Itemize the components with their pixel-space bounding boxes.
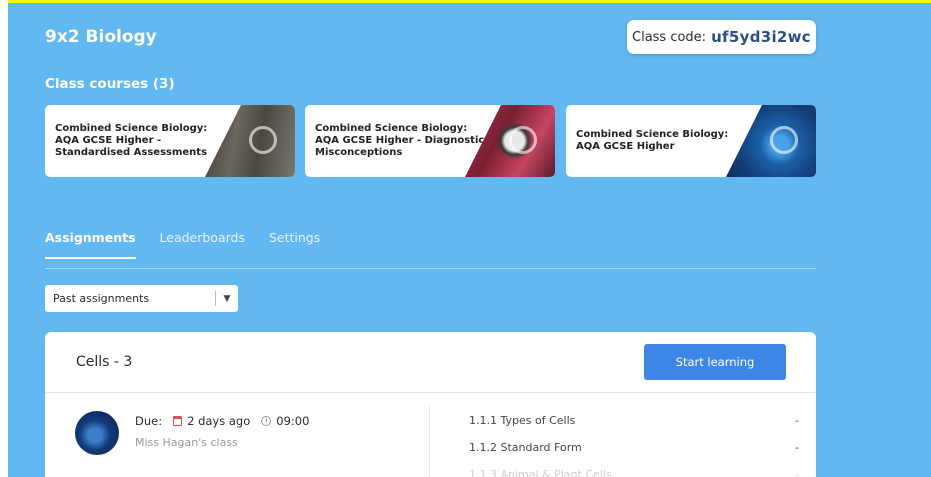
top-highlight-bar (8, 0, 931, 3)
calendar-icon (173, 416, 183, 426)
assignment-filter-value: Past assignments (53, 292, 150, 305)
due-date: 2 days ago (187, 414, 251, 428)
class-tabs: Assignments Leaderboards Settings (45, 230, 320, 259)
topic-name: 1.1.1 Types of Cells (469, 414, 576, 427)
course-card-gcse-higher[interactable]: Combined Science Biology: AQA GCSE Highe… (566, 105, 816, 177)
class-code-value: uf5yd3i2wc (711, 28, 811, 46)
assignment-divider (45, 392, 816, 393)
topic-name: 1.1.2 Standard Form (469, 441, 582, 454)
class-name: Miss Hagan's class (135, 436, 238, 449)
due-time: 09:00 (276, 414, 310, 428)
vertical-divider (429, 406, 430, 477)
class-title: 9x2 Biology (45, 27, 157, 47)
progress-ring-icon (249, 126, 277, 154)
course-card-diagnostic-misconceptions[interactable]: Combined Science Biology: AQA GCSE Highe… (305, 105, 555, 177)
tab-settings[interactable]: Settings (269, 230, 320, 259)
clock-icon (261, 416, 272, 426)
chevron-down-icon: ▼ (223, 293, 231, 304)
topic-row[interactable]: 1.1.3 Animal & Plant Cells - (469, 468, 799, 477)
progress-ring-icon (509, 126, 537, 154)
class-code-label: Class code: (632, 29, 707, 45)
due-label: Due: (135, 414, 163, 428)
topic-name: 1.1.3 Animal & Plant Cells (469, 468, 612, 477)
tab-leaderboards[interactable]: Leaderboards (160, 230, 245, 259)
topic-score: - (795, 468, 799, 477)
tabs-divider (45, 268, 816, 269)
assignment-card: Cells - 3 Start learning Due: 2 days ago… (45, 332, 816, 477)
topic-row[interactable]: 1.1.1 Types of Cells - (469, 414, 799, 427)
due-info: Due: 2 days ago 09:00 (135, 414, 309, 428)
course-name: Combined Science Biology: AQA GCSE Highe… (576, 129, 729, 152)
class-avatar (75, 411, 119, 455)
assignment-title: Cells - 3 (76, 354, 133, 370)
course-name: Combined Science Biology: AQA GCSE Highe… (55, 123, 208, 158)
assignment-filter-select[interactable]: Past assignments ▼ (45, 285, 238, 312)
class-courses-heading: Class courses (3) (45, 76, 175, 92)
topic-score: - (795, 441, 799, 454)
start-learning-button[interactable]: Start learning (644, 344, 786, 380)
progress-ring-icon (770, 126, 798, 154)
topic-score: - (795, 414, 799, 427)
course-name: Combined Science Biology: AQA GCSE Highe… (315, 123, 485, 158)
course-card-standardised-assessments[interactable]: Combined Science Biology: AQA GCSE Highe… (45, 105, 295, 177)
main-area: 9x2 Biology Class code: uf5yd3i2wc Class… (8, 0, 931, 477)
class-code-box: Class code: uf5yd3i2wc (627, 20, 816, 54)
topic-row[interactable]: 1.1.2 Standard Form - (469, 441, 799, 454)
tab-assignments[interactable]: Assignments (45, 230, 136, 259)
